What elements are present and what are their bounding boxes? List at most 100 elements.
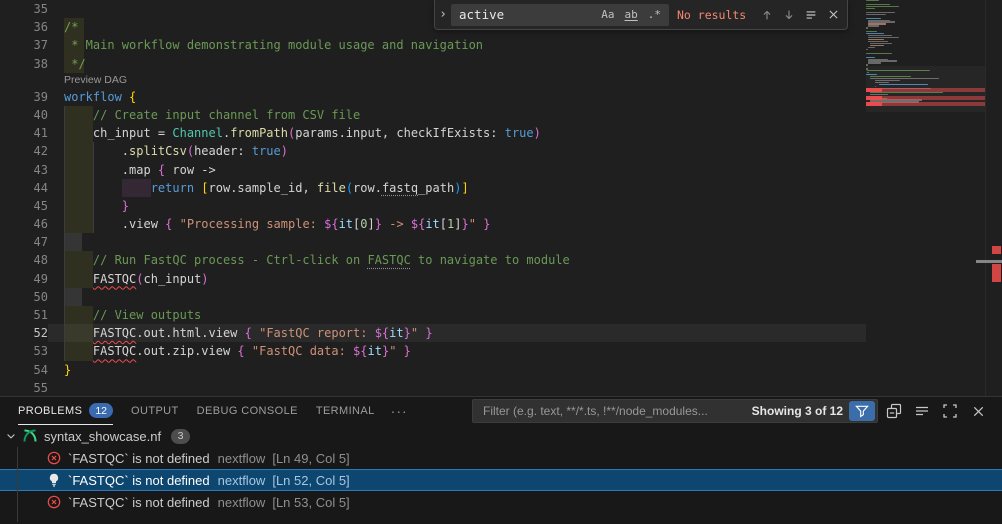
indent-highlight [64,215,93,233]
line-number[interactable]: 49 [0,270,48,288]
regex-icon[interactable]: .* [644,7,665,22]
vscode-window: 3536/*37 * Main workflow demonstrating m… [0,0,1002,524]
code-line-54[interactable]: 54} [0,361,866,379]
line-number[interactable]: 48 [0,251,48,269]
indent-highlight [64,270,93,288]
codelens-preview-dag[interactable]: Preview DAG [0,73,866,88]
code-line-43[interactable]: 43 .map { row -> [0,161,866,179]
code-line-55[interactable]: 55 [0,379,866,396]
code-line-42[interactable]: 42 .splitCsv(header: true) [0,142,866,160]
whole-word-icon[interactable]: ab [621,7,642,22]
minimap-error-mark [866,102,985,106]
code-line-52[interactable]: 52 FASTQC.out.html.view { "FastQC report… [0,324,866,342]
find-toggle-replace-chevron-icon[interactable]: › [435,7,451,22]
code-line-51[interactable]: 51 // View outputs [0,306,866,324]
tab-problems-label: PROBLEMS [18,405,82,417]
problem-source: nextflow [218,451,266,466]
code-line-46[interactable]: 46 .view { "Processing sample: ${it[0]} … [0,215,866,233]
indent-highlight [64,18,84,36]
line-number[interactable]: 53 [0,342,48,360]
problems-file-row[interactable]: syntax_showcase.nf 3 [0,425,1002,447]
code-editor[interactable]: 3536/*37 * Main workflow demonstrating m… [0,0,1002,396]
find-next-icon[interactable] [778,4,800,26]
indent-highlight [64,342,93,360]
line-number[interactable]: 37 [0,36,48,54]
line-number[interactable]: 35 [0,0,48,18]
indent-highlight [122,179,151,197]
indent-highlight [64,36,84,54]
problem-row[interactable]: `FASTQC` is not definednextflow[Ln 53, C… [0,491,1002,513]
problem-message: `FASTQC` is not defined [68,495,210,510]
tab-debug-console[interactable]: DEBUG CONSOLE [197,397,298,425]
more-tabs-icon[interactable]: ··· [391,403,408,419]
find-status: No results [677,8,746,22]
code-line-47[interactable]: 47 [0,233,866,251]
code-line-50[interactable]: 50 [0,288,866,306]
line-number[interactable]: 36 [0,18,48,36]
close-panel-icon[interactable] [966,399,990,423]
problems-filter-input[interactable] [481,403,748,419]
code-line-40[interactable]: 40 // Create input channel from CSV file [0,106,866,124]
problems-tree: syntax_showcase.nf 3 `FASTQC` is not def… [0,425,1002,524]
line-content: FASTQC.out.zip.view { "FastQC data: ${it… [48,344,411,358]
code-line-48[interactable]: 48 // Run FastQC process - Ctrl-click on… [0,251,866,269]
line-number[interactable]: 41 [0,124,48,142]
problem-location: [Ln 52, Col 5] [272,473,349,488]
line-number[interactable]: 38 [0,55,48,73]
chevron-down-icon[interactable] [0,430,22,442]
line-number[interactable]: 42 [0,142,48,160]
indent-highlight [64,55,84,73]
line-content: ch_input = Channel.fromPath(params.input… [48,126,541,140]
problem-row[interactable]: `FASTQC` is not definednextflow[Ln 49, C… [0,447,1002,469]
line-content: FASTQC.out.html.view { "FastQC report: $… [48,326,433,340]
code-line-44[interactable]: 44 return [row.sample_id, file(row.fastq… [0,179,866,197]
line-number[interactable]: 44 [0,179,48,197]
code-line-53[interactable]: 53 FASTQC.out.zip.view { "FastQC data: $… [0,342,866,360]
overview-ruler[interactable] [985,0,1002,396]
indent-highlight [64,306,93,324]
line-number[interactable]: 47 [0,233,48,251]
maximize-panel-icon[interactable] [938,399,962,423]
indent-highlight [64,161,93,179]
line-content: // Create input channel from CSV file [48,108,360,122]
line-number[interactable]: 43 [0,161,48,179]
tab-problems[interactable]: PROBLEMS 12 [18,397,113,425]
line-content: .view { "Processing sample: ${it[0]} -> … [48,217,490,231]
find-close-icon[interactable] [822,4,844,26]
line-number[interactable]: 51 [0,306,48,324]
code-line-41[interactable]: 41 ch_input = Channel.fromPath(params.in… [0,124,866,142]
find-previous-icon[interactable] [756,4,778,26]
problem-message: `FASTQC` is not defined [68,473,210,488]
find-input[interactable]: active Aa ab .* [451,4,669,26]
problem-row[interactable]: `FASTQC` is not definednextflow[Ln 52, C… [0,469,1002,491]
line-number[interactable]: 52 [0,324,48,342]
tab-terminal[interactable]: TERMINAL [316,397,375,425]
line-number[interactable]: 39 [0,88,48,106]
code-line-45[interactable]: 45 } [0,197,866,215]
tab-output[interactable]: OUTPUT [131,397,179,425]
indent-highlight [64,106,93,124]
line-number[interactable]: 46 [0,215,48,233]
line-number[interactable]: 55 [0,379,48,396]
code-line-38[interactable]: 38 */ [0,55,866,73]
filter-icon[interactable] [849,401,875,421]
minimap[interactable] [866,0,985,396]
line-number[interactable]: 40 [0,106,48,124]
line-number[interactable]: 54 [0,361,48,379]
match-case-icon[interactable]: Aa [597,7,618,22]
collapse-all-icon[interactable] [882,399,906,423]
code-line-49[interactable]: 49 FASTQC(ch_input) [0,270,866,288]
problems-filter-box: Showing 3 of 12 [472,399,878,423]
indent-highlight [64,288,82,306]
code-line-37[interactable]: 37 * Main workflow demonstrating module … [0,36,866,54]
line-number[interactable]: 50 [0,288,48,306]
find-in-selection-icon[interactable] [800,4,822,26]
panel-header: PROBLEMS 12 OUTPUT DEBUG CONSOLE TERMINA… [0,397,1002,425]
indent-highlight [64,324,93,342]
line-content: // Run FastQC process - Ctrl-click on FA… [48,253,570,267]
code-line-39[interactable]: 39workflow { [0,88,866,106]
line-number[interactable]: 45 [0,197,48,215]
nextflow-file-icon [22,428,38,444]
tab-debug-console-label: DEBUG CONSOLE [197,405,298,417]
view-as-list-icon[interactable] [910,399,934,423]
